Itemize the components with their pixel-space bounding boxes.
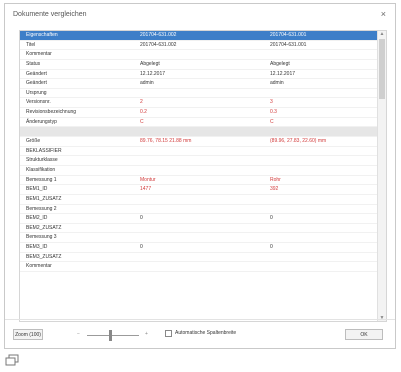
table-row[interactable]: Titel 201704-631.002 201704-631.001: [20, 41, 386, 51]
table-row[interactable]: BEM1_ID 1477 392: [20, 185, 386, 195]
header-cell-property[interactable]: Eigenschaften: [26, 31, 138, 40]
document-b-value-cell: 201704-631.001: [270, 41, 307, 48]
table-row[interactable]: Bemessung 3: [20, 233, 386, 244]
property-name-cell: BEM3_ID: [26, 244, 48, 251]
document-b-value-cell: 12.12.2017: [270, 70, 296, 77]
restore-window-icon[interactable]: [5, 354, 19, 366]
comparison-grid: Eigenschaften 201704-631.002 201704-631.…: [19, 30, 387, 322]
zoom-button[interactable]: Zoom (100): [13, 329, 43, 340]
table-row[interactable]: BEM1_ZUSATZ: [20, 195, 386, 205]
table-row[interactable]: BEM2_ID 0 0: [20, 214, 386, 224]
document-b-value-cell: admin: [270, 80, 284, 87]
property-name-cell: Versionsnr.: [26, 99, 51, 106]
table-row[interactable]: Geändert admin admin: [20, 79, 386, 89]
table-row[interactable]: Kommentar: [20, 262, 386, 273]
grid-header-row: Eigenschaften 201704-631.002 201704-631.…: [20, 31, 386, 41]
property-name-cell: Kommentar: [26, 263, 52, 270]
property-name-cell: Geändert: [26, 80, 47, 87]
scrollbar-thumb[interactable]: [379, 39, 385, 99]
grid-rows: Eigenschaften 201704-631.002 201704-631.…: [20, 31, 386, 273]
property-name-cell: Bemessung 3: [26, 234, 57, 241]
document-b-value-cell: Rohr: [270, 176, 281, 183]
property-name-cell: Ursprung: [26, 89, 47, 96]
titlebar: Dokumente vergleichen ×: [5, 4, 395, 26]
document-b-value-cell: 3: [270, 99, 273, 106]
zoom-in-icon[interactable]: +: [145, 331, 148, 337]
property-name-cell: BEM1_ZUSATZ: [26, 195, 62, 202]
table-row[interactable]: Bemessung 1 Montur Rohr: [20, 176, 386, 186]
table-row[interactable]: Bemessung 2: [20, 205, 386, 215]
property-name-cell: BEM2_ID: [26, 215, 48, 222]
document-b-value-cell: (89.96, 27.83, 22.60) mm: [270, 138, 327, 145]
document-a-value-cell: 201704-631.002: [140, 41, 177, 48]
document-b-value-cell: 0: [270, 244, 273, 251]
close-icon[interactable]: ×: [381, 9, 386, 19]
dialog-footer: Zoom (100) − + Automatische Spaltenbreit…: [5, 319, 395, 348]
document-b-value-cell: 0: [270, 215, 273, 222]
document-a-value-cell: 2: [140, 99, 143, 106]
zoom-out-icon[interactable]: −: [77, 331, 80, 337]
header-cell-document-a[interactable]: 201704-631.002: [140, 31, 262, 40]
table-row[interactable]: BEM2_ZUSATZ: [20, 224, 386, 234]
table-row[interactable]: Größe 89.76, 78.15 21.88 mm (89.96, 27.83,…: [20, 137, 386, 147]
table-row[interactable]: BEM3_ID 0 0: [20, 243, 386, 253]
property-name-cell: Revisionsbezeichnung: [26, 109, 77, 116]
table-row[interactable]: Klassifikation: [20, 166, 386, 176]
compare-documents-dialog: Dokumente vergleichen × Eigenschaften 20…: [4, 3, 396, 349]
table-row[interactable]: Status Abgelegt Abgelegt: [20, 60, 386, 70]
document-b-value-cell: C: [270, 118, 274, 125]
document-b-value-cell: 392: [270, 186, 279, 193]
header-cell-document-b[interactable]: 201704-631.001: [270, 31, 370, 40]
table-row[interactable]: Ursprung: [20, 89, 386, 99]
property-name-cell: Größe: [26, 138, 41, 145]
table-row[interactable]: Änderungstyp C C: [20, 118, 386, 128]
zoom-slider[interactable]: [87, 330, 139, 341]
property-name-cell: BEM2_ZUSATZ: [26, 224, 62, 231]
property-name-cell: Änderungstyp: [26, 118, 57, 125]
table-row[interactable]: BEM3_ZUSATZ: [20, 253, 386, 263]
property-name-cell: Strukturklasse: [26, 157, 58, 164]
document-a-value-cell: 12.12.2017: [140, 70, 166, 77]
property-name-cell: BEKLASSIFIER: [26, 147, 62, 154]
table-row[interactable]: BEKLASSIFIER: [20, 147, 386, 157]
auto-column-width-checkbox[interactable]: [165, 330, 172, 337]
vertical-scrollbar[interactable]: ▲ ▼: [377, 31, 386, 321]
document-a-value-cell: 89.76, 78.15 21.88 mm: [140, 138, 192, 145]
document-a-value-cell: admin: [140, 80, 154, 87]
document-a-value-cell: 0: [140, 215, 143, 222]
table-row[interactable]: Kommentar: [20, 50, 386, 60]
table-row[interactable]: Versionsnr. 2 3: [20, 98, 386, 109]
property-name-cell: Bemessung 2: [26, 205, 57, 212]
grid-separator-row[interactable]: [20, 127, 386, 138]
property-name-cell: BEM1_ID: [26, 186, 48, 193]
property-name-cell: BEM3_ZUSATZ: [26, 253, 62, 260]
dialog-title: Dokumente vergleichen: [13, 11, 87, 18]
document-a-value-cell: 1477: [140, 186, 152, 193]
property-name-cell: Klassifikation: [26, 166, 56, 173]
document-a-value-cell: 0.2: [140, 109, 147, 116]
document-a-value-cell: Montur: [140, 176, 156, 183]
property-name-cell: Titel: [26, 41, 36, 48]
property-name-cell: Status: [26, 60, 41, 67]
document-b-value-cell: 0.3: [270, 109, 277, 116]
document-a-value-cell: C: [140, 118, 144, 125]
table-row[interactable]: Geändert 12.12.2017 12.12.2017: [20, 70, 386, 80]
table-row[interactable]: Strukturklasse: [20, 156, 386, 166]
ok-button[interactable]: OK: [345, 329, 383, 340]
table-row[interactable]: Revisionsbezeichnung 0.2 0.3: [20, 108, 386, 118]
property-name-cell: Bemessung 1: [26, 176, 57, 183]
auto-column-width-label: Automatische Spaltenbreite: [175, 330, 237, 336]
property-name-cell: Geändert: [26, 70, 47, 77]
property-name-cell: Kommentar: [26, 51, 52, 58]
scroll-up-icon[interactable]: ▲: [378, 31, 386, 37]
document-a-value-cell: Abgelegt: [140, 60, 160, 67]
zoom-slider-thumb[interactable]: [109, 330, 112, 341]
document-a-value-cell: 0: [140, 244, 143, 251]
document-b-value-cell: Abgelegt: [270, 60, 290, 67]
